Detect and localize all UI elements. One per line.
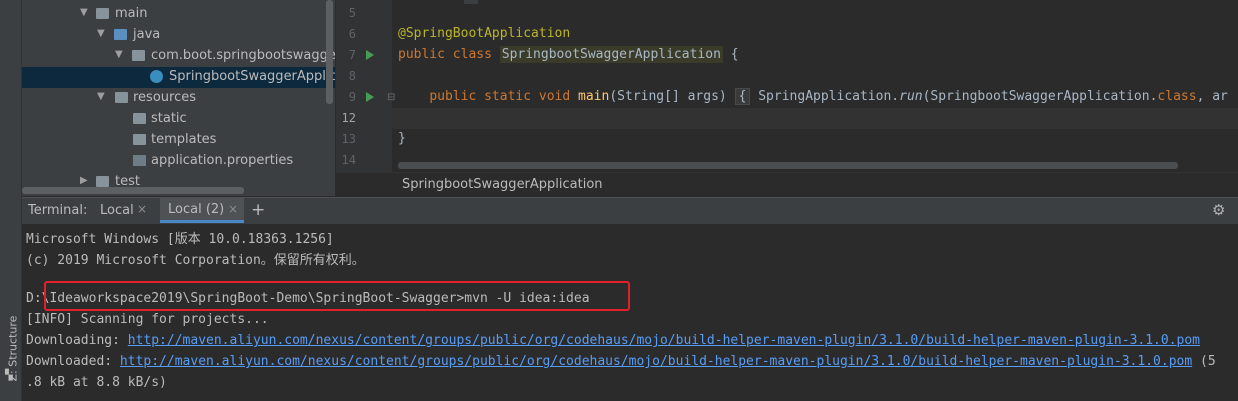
structure-icon[interactable]: ▚ <box>5 370 15 381</box>
terminal-line: Microsoft Windows [版本 10.0.18363.1256] <box>26 232 334 247</box>
tree-item-resources[interactable]: ▼ resources <box>22 88 335 109</box>
run-main-icon[interactable] <box>366 92 374 102</box>
chevron-down-icon[interactable]: ▼ <box>80 7 88 18</box>
structure-tab-label: Z: Structure <box>6 315 20 382</box>
line-number: 13 <box>341 132 356 146</box>
tab-label: Local (2) <box>168 202 225 217</box>
gear-icon[interactable]: ⚙ <box>1212 201 1225 219</box>
download-link[interactable]: http://maven.aliyun.com/nexus/content/gr… <box>128 333 1200 348</box>
tree-item-package[interactable]: ▼ com.boot.springbootswagger <box>22 46 335 67</box>
folder-icon <box>133 134 146 145</box>
tree-item-label: static <box>151 111 187 126</box>
tree-item-label: resources <box>133 90 197 105</box>
terminal-line: [INFO] Scanning for projects... <box>26 312 269 327</box>
breadcrumb[interactable]: SpringbootSwaggerApplication <box>402 177 603 192</box>
tree-item-java[interactable]: ▼ java <box>22 25 335 46</box>
fold-icon[interactable]: ⊟ <box>387 92 395 103</box>
editor-gutter <box>336 0 392 172</box>
folded-block: { <box>734 88 751 105</box>
chevron-down-icon[interactable]: ▼ <box>97 91 105 102</box>
line-number: 14 <box>341 153 356 167</box>
tab-label: Local <box>100 203 134 218</box>
tab-local[interactable]: Local × <box>92 197 156 223</box>
folder-icon <box>96 176 109 187</box>
terminal-title: Terminal: <box>28 203 88 218</box>
folder-icon <box>133 113 146 124</box>
project-tree: ▼ main ▼ java ▼ com.boot.springbootswagg… <box>22 0 335 196</box>
code-line-6: @SpringBootApplication <box>398 26 571 41</box>
tree-item-label: application.properties <box>151 153 294 168</box>
highlight-box <box>44 281 630 311</box>
tree-item-label: java <box>133 27 161 42</box>
run-class-icon[interactable] <box>366 50 374 60</box>
tree-vertical-scrollbar[interactable] <box>326 0 333 104</box>
close-icon[interactable]: × <box>228 202 238 216</box>
chevron-down-icon[interactable]: ▼ <box>97 28 105 39</box>
tree-item-label: com.boot.springbootswagger <box>151 48 335 63</box>
tree-horizontal-scrollbar[interactable] <box>22 187 244 194</box>
tree-item-springbootswaggerapplication[interactable]: SpringbootSwaggerApplicati <box>22 67 335 88</box>
code-line-7: public class SpringbootSwaggerApplicatio… <box>398 46 739 63</box>
editor-tab-remnant <box>464 0 478 4</box>
spring-boot-class-icon <box>150 70 163 83</box>
line-number: 9 <box>348 90 356 104</box>
terminal-line: Downloaded: http://maven.aliyun.com/nexu… <box>26 354 1216 369</box>
tree-item-static[interactable]: static <box>22 109 335 130</box>
tree-item-main[interactable]: ▼ main <box>22 4 335 25</box>
package-icon <box>132 50 145 61</box>
line-number: 5 <box>348 6 356 20</box>
line-number: 12 <box>341 111 356 125</box>
chevron-right-icon[interactable]: ▶ <box>80 175 88 186</box>
resources-folder-icon <box>115 92 128 103</box>
terminal-line: .8 kB at 8.8 kB/s) <box>26 375 167 390</box>
editor-horizontal-scrollbar[interactable] <box>398 162 1178 169</box>
line-number: 8 <box>348 69 356 83</box>
terminal-line: (c) 2019 Microsoft Corporation。保留所有权利。 <box>26 253 365 268</box>
downloaded-link[interactable]: http://maven.aliyun.com/nexus/content/gr… <box>120 354 1192 369</box>
tree-item-label: SpringbootSwaggerApplicati <box>169 69 335 84</box>
source-folder-icon <box>114 29 127 40</box>
folder-icon <box>96 8 109 19</box>
code-line-9: public static void main(String[] args) {… <box>429 88 1228 105</box>
tree-item-templates[interactable]: templates <box>22 130 335 151</box>
current-line-highlight <box>392 108 1238 129</box>
terminal-line: Downloading: http://maven.aliyun.com/nex… <box>26 333 1201 348</box>
close-icon[interactable]: × <box>137 202 147 216</box>
line-number: 6 <box>348 27 356 41</box>
tree-item-application-properties[interactable]: application.properties <box>22 151 335 172</box>
code-line-13: } <box>398 131 406 146</box>
tab-local-2[interactable]: Local (2) × <box>160 197 244 223</box>
properties-file-icon <box>133 155 146 166</box>
tree-item-label: templates <box>151 132 217 147</box>
chevron-down-icon[interactable]: ▼ <box>115 49 123 60</box>
tree-item-label: main <box>115 6 148 21</box>
add-tab-button[interactable]: + <box>251 200 265 220</box>
line-number: 7 <box>348 48 356 62</box>
